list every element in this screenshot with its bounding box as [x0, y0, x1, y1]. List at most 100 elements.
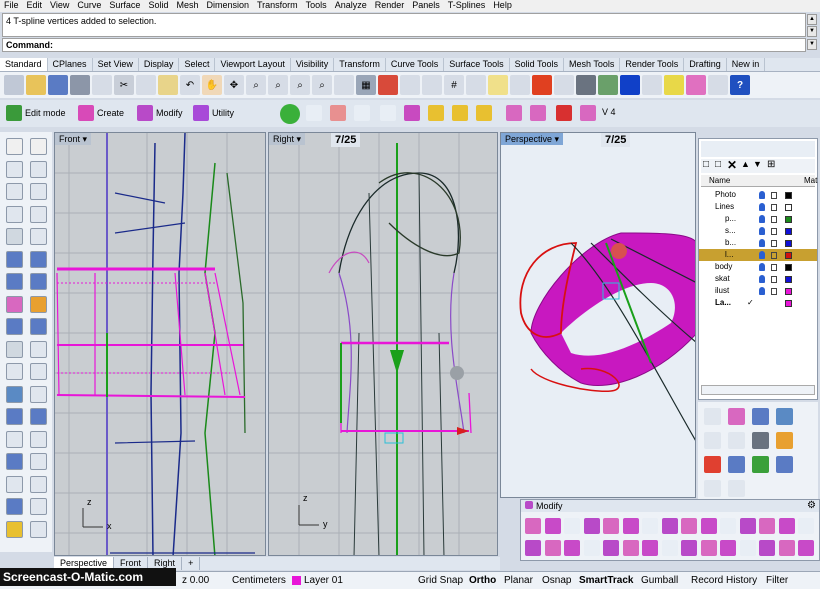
new-sublayer-icon[interactable]: □ [715, 159, 721, 170]
add-viewport-icon[interactable]: + [182, 557, 201, 570]
render-sphere-icon[interactable] [620, 75, 640, 95]
menu-mesh[interactable]: Mesh [172, 0, 202, 12]
menu-t-splines[interactable]: T-Splines [444, 0, 490, 12]
tspline-modify-icon[interactable] [661, 518, 678, 534]
tool-icon[interactable] [704, 408, 721, 425]
polyline-icon[interactable] [6, 160, 23, 178]
tspline-modify-icon[interactable] [525, 518, 541, 534]
circle-icon[interactable] [30, 183, 47, 200]
lock-icon[interactable] [771, 216, 777, 223]
box-icon[interactable] [6, 273, 23, 290]
layer-color-swatch[interactable] [785, 216, 792, 223]
delete-icon[interactable] [506, 105, 522, 121]
modify-button[interactable]: Modify [137, 103, 183, 123]
menu-solid[interactable]: Solid [144, 0, 172, 12]
paint-icon[interactable] [30, 520, 47, 538]
print-icon[interactable] [70, 75, 90, 95]
layer-color-swatch[interactable] [785, 204, 792, 211]
split-icon[interactable] [30, 363, 47, 380]
tab-render-tools[interactable]: Render Tools [620, 58, 685, 71]
point-icon[interactable] [30, 138, 47, 155]
gumball-icon[interactable] [400, 75, 420, 95]
tspline-modify-icon[interactable] [798, 518, 814, 534]
tspline-modify-icon[interactable] [681, 540, 697, 556]
status-grid-snap[interactable]: Grid Snap [418, 574, 463, 587]
light-bulb-icon[interactable] [759, 251, 765, 259]
lock-icon[interactable] [510, 75, 530, 95]
tspline-modify-icon[interactable] [583, 518, 600, 534]
box-face-icon[interactable] [452, 105, 468, 121]
gumball-axis-icon[interactable] [354, 105, 370, 121]
lock-icon[interactable] [771, 264, 777, 271]
command-dropdown-button[interactable]: ▼ [807, 39, 817, 50]
tspline-modify-icon[interactable] [720, 518, 736, 534]
tool-icon[interactable] [728, 432, 745, 449]
undo-icon[interactable]: ↶ [180, 75, 200, 95]
tab-surface-tools[interactable]: Surface Tools [444, 58, 510, 71]
tool-icon[interactable] [704, 456, 721, 473]
perspective-viewport-title[interactable]: Perspective ▾ [501, 133, 564, 145]
right-viewport[interactable]: Right ▾ 7/25 z y [268, 132, 498, 556]
menu-curve[interactable]: Curve [73, 0, 105, 12]
arc-icon[interactable] [6, 183, 23, 200]
edit-mode-button[interactable]: Edit mode [6, 103, 66, 123]
tab-select[interactable]: Select [179, 58, 216, 71]
axis-icon[interactable] [306, 105, 322, 121]
offset-icon[interactable] [30, 453, 47, 470]
mirror-icon[interactable] [6, 385, 23, 403]
menu-view[interactable]: View [46, 0, 73, 12]
pan-icon[interactable]: ✋ [202, 75, 222, 95]
utility-button[interactable]: Utility [193, 103, 234, 123]
light-bulb-icon[interactable] [759, 191, 765, 199]
layer-color-swatch[interactable] [785, 288, 792, 295]
join-icon[interactable] [6, 453, 23, 470]
object-properties-icon[interactable] [554, 75, 574, 95]
front-viewport[interactable]: Front ▾ z x [54, 132, 266, 556]
tspline-modify-icon[interactable] [603, 518, 619, 534]
tspline-modify-icon[interactable] [681, 518, 697, 534]
select-arrow-icon[interactable] [6, 138, 23, 155]
menu-analyze[interactable]: Analyze [331, 0, 371, 12]
tspline-modify-icon[interactable] [603, 540, 619, 556]
move-icon[interactable] [6, 430, 23, 448]
tspline-modify-icon[interactable] [564, 540, 580, 556]
trim-icon[interactable] [6, 363, 23, 380]
extrude-icon[interactable] [6, 318, 23, 335]
cut-icon[interactable]: ✂ [114, 75, 134, 95]
tab-drafting[interactable]: Drafting [684, 58, 727, 71]
rotate-view-icon[interactable] [334, 75, 354, 95]
move-up-icon[interactable]: ▲ [741, 159, 750, 169]
status-units[interactable]: Centimeters [232, 574, 286, 587]
tspline-modify-icon[interactable] [739, 518, 756, 534]
tool-icon[interactable] [776, 456, 793, 473]
modify-panel-gear-icon[interactable]: ⚙ [807, 500, 816, 511]
tool-icon[interactable] [728, 408, 745, 425]
rotate-icon[interactable] [30, 408, 47, 425]
chamfer-icon[interactable] [30, 340, 47, 358]
copy-icon[interactable] [136, 75, 156, 95]
layer-scrollbar[interactable] [701, 385, 815, 395]
rendered-sphere-icon[interactable] [598, 75, 618, 95]
menu-help[interactable]: Help [489, 0, 516, 12]
polygon-icon[interactable] [6, 228, 23, 245]
layer-row[interactable]: Photo [699, 189, 817, 201]
revolve-icon[interactable] [30, 318, 47, 335]
light-bulb-icon[interactable] [488, 75, 508, 95]
paint-icon[interactable] [686, 75, 706, 95]
lock-icon[interactable] [771, 288, 777, 295]
panel-tabs[interactable] [701, 141, 815, 157]
layer-color-swatch[interactable] [785, 300, 792, 307]
lock-icon[interactable] [771, 276, 777, 283]
light-bulb-icon[interactable] [759, 275, 765, 283]
tspline-modify-icon[interactable] [739, 540, 756, 556]
light-bulb-icon[interactable] [759, 239, 765, 247]
menu-panels[interactable]: Panels [408, 0, 444, 12]
tool-icon[interactable] [776, 408, 793, 425]
status-record-history[interactable]: Record History [691, 574, 757, 587]
status-ortho[interactable]: Ortho [469, 574, 496, 587]
layer-row[interactable]: body [699, 261, 817, 273]
layer-row[interactable]: Lines [699, 201, 817, 213]
tab-new-in[interactable]: New in [727, 58, 766, 71]
save-icon[interactable] [48, 75, 68, 95]
close-x-icon[interactable] [556, 105, 572, 121]
